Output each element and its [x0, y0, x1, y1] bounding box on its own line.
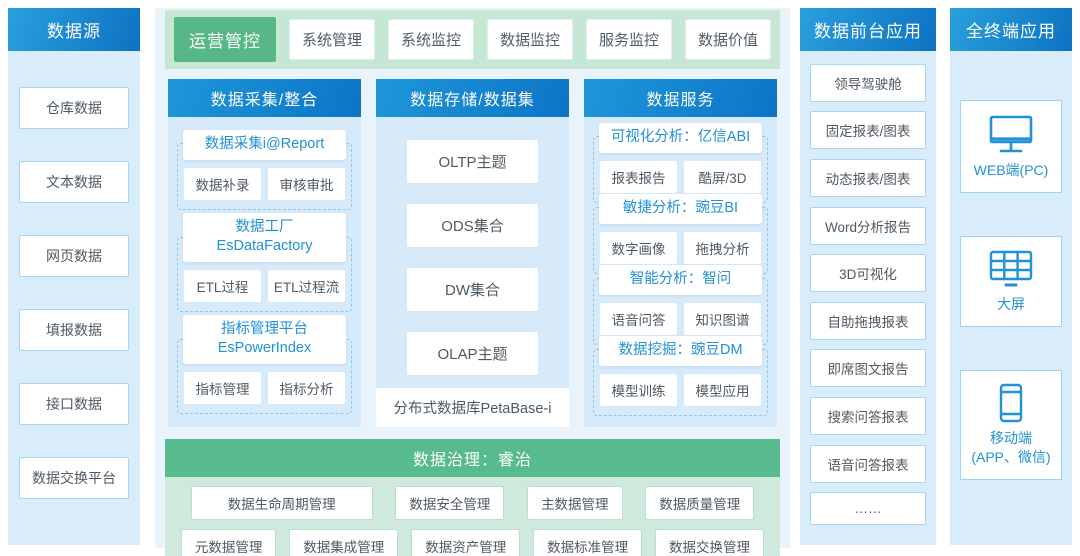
ops-tab-data-value: 数据价值: [685, 19, 771, 60]
source-item-warehouse: 仓库数据: [19, 87, 129, 129]
source-item-interface: 接口数据: [19, 383, 129, 425]
governance-item: 主数据管理: [527, 486, 623, 520]
terminal-card-web: WEB端(PC): [960, 100, 1062, 193]
panel-platform-core: 运营管控 系统管理 系统监控 数据监控 服务监控 数据价值 数据采集/整合 数据…: [155, 8, 790, 556]
terminal-label: WEB端(PC): [973, 162, 1049, 179]
terminal-label: 大屏: [997, 296, 1025, 313]
ops-tab-service-monitoring: 服务监控: [586, 19, 672, 60]
monitor-icon: [987, 113, 1035, 161]
governance-item: 元数据管理: [180, 529, 277, 556]
source-item-exchange-platform: 数据交换平台: [19, 457, 129, 499]
group-item: 酷屏/3D: [684, 160, 761, 193]
group-item: ETL过程流: [268, 269, 345, 302]
group-item: 指标分析: [268, 372, 345, 404]
governance-item: 数据标准管理: [533, 529, 643, 556]
governance-row-2: 元数据管理 数据集成管理 数据资产管理 数据标准管理 数据交换管理: [177, 529, 768, 556]
group-item: 审核审批: [268, 167, 345, 200]
terminal-card-big-screen: 大屏: [960, 236, 1062, 327]
frontend-apps-header: 数据前台应用: [800, 8, 936, 51]
operations-control-label: 运营管控: [174, 17, 276, 62]
storage-footer-petabase: 分布式数据库PetaBase-i: [376, 388, 569, 427]
storage-item-dw: DW集合: [406, 267, 539, 312]
governance-item: 数据交换管理: [655, 529, 765, 556]
storage-item-ods: ODS集合: [406, 203, 539, 248]
mobile-phone-icon: [987, 383, 1035, 429]
group-item: 数据补录: [184, 167, 261, 200]
frontend-item-voice-qa-reports: 语音问答报表: [810, 444, 926, 483]
frontend-item-search-qa-reports: 搜索问答报表: [810, 397, 926, 435]
source-item-form: 填报数据: [19, 309, 129, 351]
source-item-web: 网页数据: [19, 235, 129, 277]
group-item: ETL过程: [184, 269, 261, 302]
column-data-services: 数据服务 可视化分析：亿信ABI 报表报告 酷屏/3D 敏捷分析：豌豆BI 数字…: [584, 79, 777, 427]
data-services-header: 数据服务: [584, 79, 777, 117]
frontend-item-word-reports: Word分析报告: [810, 206, 926, 245]
panel-frontend-apps: 数据前台应用 领导驾驶舱 固定报表/图表 动态报表/图表 Word分析报告 3D…: [800, 8, 936, 545]
operations-control-bar: 运营管控 系统管理 系统监控 数据监控 服务监控 数据价值: [165, 10, 780, 69]
data-sources-header: 数据源: [8, 8, 140, 51]
panel-all-terminals: 全终端应用 WEB端(PC) 大屏 移动端 (APP、微信): [950, 8, 1072, 545]
group-data-factory: 数据工厂 EsDataFactory ETL过程 ETL过程流: [177, 212, 352, 312]
governance-item: 数据资产管理: [411, 529, 521, 556]
governance-item: 数据集成管理: [289, 529, 399, 556]
frontend-item-dashboard: 领导驾驶舱: [810, 63, 926, 102]
big-screen-icon: [987, 249, 1035, 295]
data-storage-header: 数据存储/数据集: [376, 79, 569, 117]
data-sources-list: 仓库数据 文本数据 网页数据 填报数据 接口数据 数据交换平台: [8, 51, 140, 545]
group-agile-bi: 敏捷分析：豌豆BI 数字画像 拖拽分析: [593, 194, 768, 274]
frontend-item-fixed-reports: 固定报表/图表: [810, 111, 926, 150]
group-smart-analysis: 智能分析：智问 语音问答 知识图谱: [593, 265, 768, 345]
frontend-apps-list: 领导驾驶舱 固定报表/图表 动态报表/图表 Word分析报告 3D可视化 自助拖…: [800, 51, 936, 545]
architecture-diagram: 数据源 仓库数据 文本数据 网页数据 填报数据 接口数据 数据交换平台 运营管控…: [0, 0, 1080, 556]
frontend-item-3d-visualization: 3D可视化: [810, 254, 926, 293]
group-ireport-title: 数据采集i@Report: [183, 130, 346, 160]
data-governance-section: 数据治理：睿治 数据生命周期管理 数据安全管理 主数据管理 数据质量管理 元数据…: [165, 439, 780, 556]
group-power-index: 指标管理平台 EsPowerIndex 指标管理 指标分析: [177, 314, 352, 414]
governance-row-1: 数据生命周期管理 数据安全管理 主数据管理 数据质量管理: [177, 486, 768, 520]
group-item: 语音问答: [600, 302, 677, 335]
group-power-index-title: 指标管理平台 EsPowerIndex: [183, 314, 346, 364]
group-item: 报表报告: [600, 160, 677, 193]
column-data-storage: 数据存储/数据集 OLTP主题 ODS集合 DW集合 OLAP主题 分布式数据库…: [376, 79, 569, 427]
terminal-label: 移动端: [990, 430, 1032, 447]
ops-tab-system-monitoring: 系统监控: [388, 19, 474, 60]
group-item: 指标管理: [184, 372, 261, 404]
ops-tab-system-management: 系统管理: [289, 19, 375, 60]
group-item: 数字画像: [600, 231, 677, 264]
column-data-collection: 数据采集/整合 数据采集i@Report 数据补录 审核审批 数据工厂 EsDa…: [168, 79, 361, 427]
all-terminals-header: 全终端应用: [950, 8, 1072, 51]
group-data-factory-title: 数据工厂 EsDataFactory: [183, 212, 346, 262]
group-item: 拖拽分析: [684, 231, 761, 264]
group-agile-bi-title: 敏捷分析：豌豆BI: [599, 194, 762, 224]
data-governance-header: 数据治理：睿治: [165, 439, 780, 477]
frontend-item-drag-drop-reports: 自助拖拽报表: [810, 301, 926, 340]
group-visual-analysis-title: 可视化分析：亿信ABI: [599, 123, 762, 153]
governance-item: 数据生命周期管理: [190, 486, 373, 520]
panel-data-sources: 数据源 仓库数据 文本数据 网页数据 填报数据 接口数据 数据交换平台: [8, 8, 140, 545]
terminals-list: WEB端(PC) 大屏 移动端 (APP、微信): [950, 51, 1072, 545]
frontend-item-ellipsis: ……: [810, 492, 926, 526]
group-item: 模型应用: [684, 373, 761, 406]
group-ireport: 数据采集i@Report 数据补录 审核审批: [177, 130, 352, 210]
terminal-card-mobile: 移动端 (APP、微信): [960, 370, 1062, 480]
group-data-mining-title: 数据挖掘：豌豆DM: [599, 336, 762, 366]
group-smart-analysis-title: 智能分析：智问: [599, 265, 762, 295]
frontend-item-adhoc-reports: 即席图文报告: [810, 349, 926, 388]
group-item: 知识图谱: [684, 302, 761, 335]
data-collection-header: 数据采集/整合: [168, 79, 361, 117]
governance-item: 数据安全管理: [395, 486, 505, 520]
ops-tab-data-monitoring: 数据监控: [487, 19, 573, 60]
core-columns: 数据采集/整合 数据采集i@Report 数据补录 审核审批 数据工厂 EsDa…: [168, 79, 777, 427]
storage-item-oltp: OLTP主题: [406, 139, 539, 184]
governance-item: 数据质量管理: [645, 486, 755, 520]
group-data-mining: 数据挖掘：豌豆DM 模型训练 模型应用: [593, 336, 768, 416]
group-visual-analysis: 可视化分析：亿信ABI 报表报告 酷屏/3D: [593, 123, 768, 203]
frontend-item-dynamic-reports: 动态报表/图表: [810, 158, 926, 197]
storage-item-olap: OLAP主题: [406, 331, 539, 376]
group-item: 模型训练: [600, 373, 677, 406]
source-item-text: 文本数据: [19, 161, 129, 203]
terminal-sublabel: (APP、微信): [971, 449, 1051, 465]
